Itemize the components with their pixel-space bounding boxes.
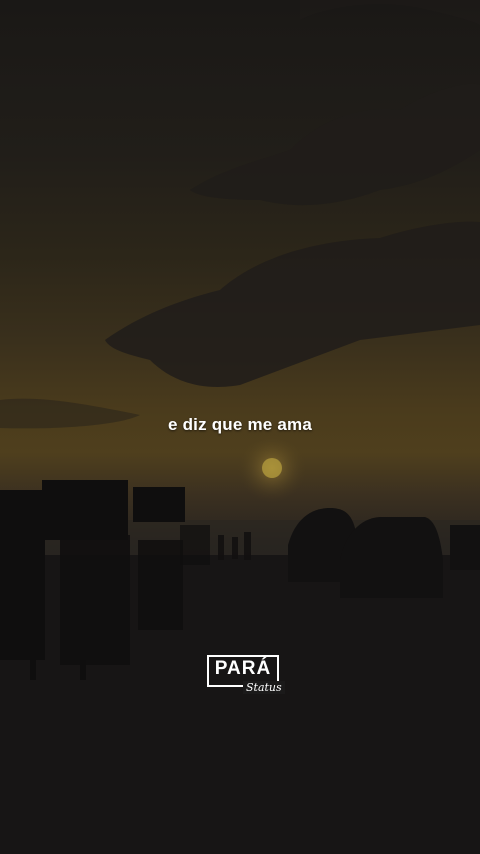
logo-title: PARÁ: [214, 658, 272, 679]
sunset-beach-background: e diz que me ama PARÁ Status: [0, 0, 480, 854]
logo-subtitle: Status: [243, 681, 285, 694]
clouds: [0, 0, 480, 429]
para-status-logo: PARÁ Status: [207, 655, 285, 694]
sun: [238, 434, 306, 502]
lyric-caption: e diz que me ama: [168, 415, 312, 434]
